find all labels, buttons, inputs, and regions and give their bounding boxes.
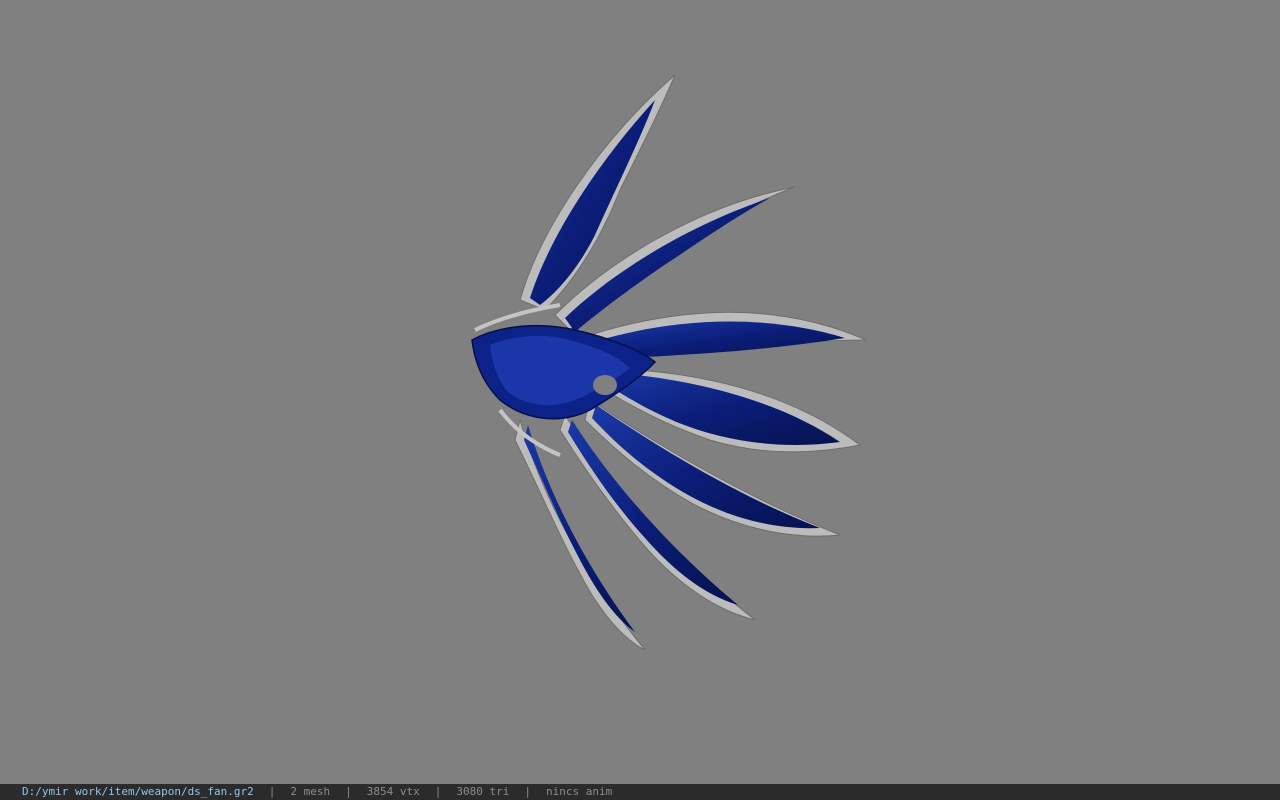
fan-blade-1: [519, 74, 676, 311]
status-bar: D:/ymir work/item/weapon/ds_fan.gr2 | 2 …: [0, 784, 1280, 800]
vertex-count-label: 3854 vtx: [366, 785, 420, 798]
animation-status-label: nincs anim: [546, 785, 613, 798]
status-separator: |: [345, 785, 352, 798]
triangle-count-label: 3080 tri: [456, 785, 510, 798]
fan-model-render: [471, 74, 867, 651]
3d-viewport[interactable]: [0, 0, 1280, 784]
status-separator: |: [434, 785, 442, 798]
status-separator: |: [524, 785, 532, 798]
mesh-count-label: 2 mesh: [290, 785, 331, 798]
status-separator: |: [268, 785, 276, 798]
file-path-label: D:/ymir work/item/weapon/ds_fan.gr2: [22, 785, 254, 798]
